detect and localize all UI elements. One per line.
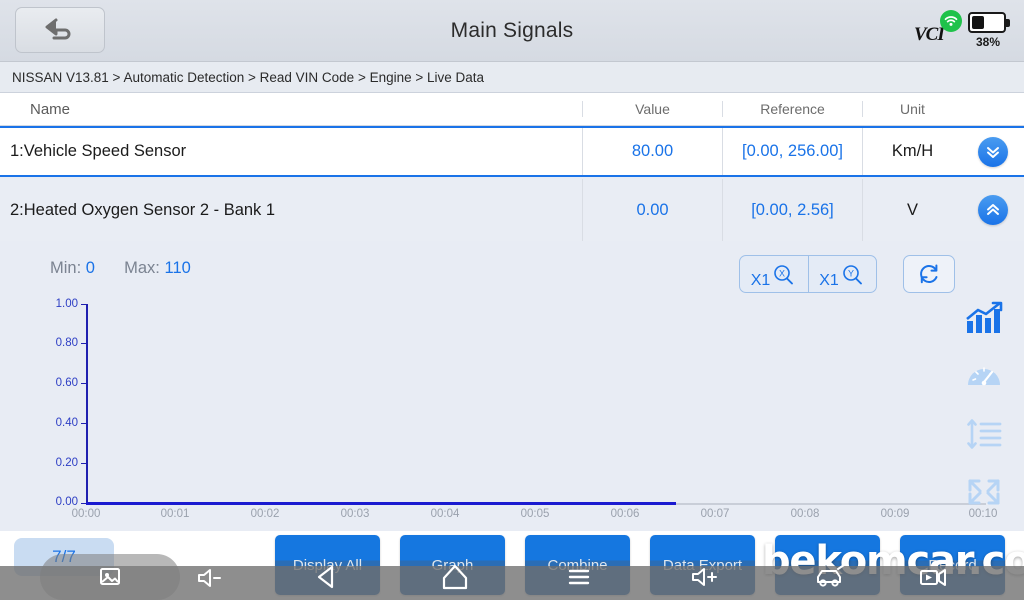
title-bar: Main Signals VCI 38% — [0, 0, 1024, 62]
breadcrumb-text: NISSAN V13.81 > Automatic Detection > Re… — [12, 69, 485, 85]
x-tick-label: 00:04 — [430, 508, 460, 520]
column-header-value: Value — [582, 101, 722, 117]
status-cluster: VCI 38% — [914, 6, 1012, 56]
table-row[interactable]: 1:Vehicle Speed Sensor 80.00 [0.00, 256.… — [0, 126, 1024, 177]
x-tick-label: 00:03 — [340, 508, 370, 520]
nav-home-icon[interactable] — [432, 554, 478, 600]
table-header: Name Value Reference Unit — [0, 93, 1024, 126]
breadcrumb[interactable]: NISSAN V13.81 > Automatic Detection > Re… — [0, 62, 1024, 93]
chart-plot-area[interactable]: 1.00 0.80 0.60 0.40 0.20 0.00 00:00 00:0… — [0, 296, 1024, 531]
row-height-list-icon[interactable] — [954, 405, 1014, 463]
table-row[interactable]: 2:Heated Oxygen Sensor 2 - Bank 1 0.00 [… — [0, 179, 1024, 241]
reset-graph-button[interactable] — [903, 255, 955, 293]
signal-reference: [0.00, 2.56] — [722, 179, 862, 241]
diagnostic-app-window: Main Signals VCI 38% NISSAN V13.81 > Aut… — [0, 0, 1024, 600]
x-tick-label: 00:05 — [520, 508, 550, 520]
max-label: Max: — [124, 259, 160, 277]
signal-reference: [0.00, 256.00] — [722, 128, 862, 175]
vci-indicator: VCI — [914, 10, 962, 52]
x-tick-label: 00:00 — [71, 508, 101, 520]
svg-text:X: X — [779, 269, 785, 279]
x-tick-label: 00:02 — [250, 508, 280, 520]
x-tick-label: 00:07 — [700, 508, 730, 520]
svg-text:Y: Y — [848, 269, 854, 279]
signal-value: 0.00 — [582, 179, 722, 241]
signal-name: 2:Heated Oxygen Sensor 2 - Bank 1 — [10, 200, 276, 219]
chart-view-toolbar — [954, 289, 1014, 521]
gauge-dashboard-icon[interactable] — [954, 347, 1014, 405]
x-tick-label: 00:08 — [790, 508, 820, 520]
battery-icon — [968, 12, 1006, 33]
signal-name: 1:Vehicle Speed Sensor — [10, 142, 187, 160]
volume-up-icon[interactable] — [682, 554, 728, 600]
y-axis-line — [86, 304, 88, 504]
trend-chart-icon[interactable] — [954, 289, 1014, 347]
fullscreen-expand-icon[interactable] — [954, 463, 1014, 521]
zoom-x-button[interactable]: X1 X — [740, 256, 808, 292]
double-chevron-up-icon[interactable] — [978, 195, 1008, 225]
y-tick-label: 0.20 — [55, 457, 78, 469]
row-toggle-cell[interactable] — [962, 136, 1024, 167]
zoom-y-factor: X1 — [819, 272, 839, 289]
video-record-icon[interactable] — [910, 554, 956, 600]
chart-series-line — [86, 502, 676, 505]
min-value: 0 — [85, 259, 95, 277]
signal-value: 80.00 — [582, 128, 722, 175]
volume-down-icon[interactable] — [188, 556, 232, 600]
y-tick-label: 0.80 — [55, 337, 78, 349]
vci-label: VCI — [914, 24, 945, 45]
double-chevron-down-icon[interactable] — [978, 136, 1008, 167]
x-tick-label: 00:01 — [160, 508, 190, 520]
column-header-name: Name — [30, 100, 71, 118]
zoom-controls: X1 X X1 Y — [739, 255, 877, 293]
zoom-x-factor: X1 — [750, 272, 771, 289]
android-navigation-bar — [0, 554, 1024, 600]
y-tick-label: 0.40 — [55, 417, 78, 429]
column-header-unit: Unit — [862, 101, 962, 117]
y-tick-label: 0.60 — [55, 377, 78, 389]
signal-unit: Km/H — [862, 128, 962, 175]
car-icon[interactable] — [808, 554, 854, 600]
signal-unit: V — [862, 179, 962, 241]
battery-indicator: 38% — [968, 8, 1012, 54]
screenshot-icon[interactable] — [40, 554, 180, 600]
graph-panel: Min: 0 Max: 110 X1 X X1 Y 1.00 0.80 0.60… — [0, 241, 1024, 531]
page-title: Main Signals — [450, 19, 574, 42]
magnifier-y-axis-icon: Y — [842, 265, 862, 285]
y-tick-label: 1.00 — [55, 298, 78, 310]
refresh-reset-icon — [920, 264, 938, 284]
magnifier-x-axis-icon: X — [774, 265, 794, 285]
zoom-y-button[interactable]: X1 Y — [808, 256, 876, 292]
nav-menu-lines-icon[interactable] — [556, 554, 602, 600]
y-tick-label: 0.00 — [55, 496, 78, 508]
column-header-reference: Reference — [722, 101, 862, 117]
wifi-signal-icon — [940, 10, 962, 32]
row-toggle-cell[interactable] — [962, 195, 1024, 225]
battery-percent: 38% — [975, 35, 1001, 49]
min-max-readout: Min: 0 Max: 110 — [50, 259, 191, 278]
x-tick-label: 00:06 — [610, 508, 640, 520]
min-label: Min: — [50, 259, 82, 277]
max-value: 110 — [164, 259, 191, 277]
x-tick-label: 00:09 — [880, 508, 910, 520]
nav-back-triangle-icon[interactable] — [305, 554, 351, 600]
